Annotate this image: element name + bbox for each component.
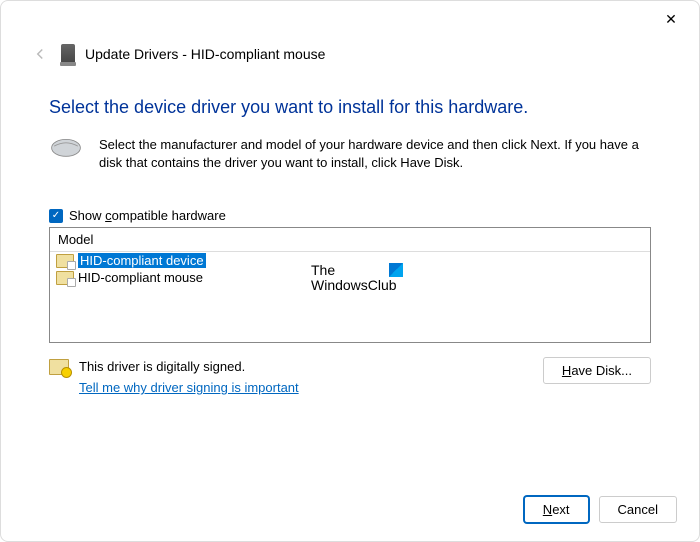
list-item[interactable]: HID-compliant device xyxy=(50,252,650,269)
driver-signing-link[interactable]: Tell me why driver signing is important xyxy=(79,378,299,399)
page-heading: Select the device driver you want to ins… xyxy=(49,97,651,118)
have-disk-button[interactable]: Have Disk... xyxy=(543,357,651,384)
signed-status: This driver is digitally signed. xyxy=(79,357,299,378)
model-listbox[interactable]: Model HID-compliant device HID-compliant… xyxy=(49,227,651,343)
next-button[interactable]: Next xyxy=(524,496,589,523)
signed-text-block: This driver is digitally signed. Tell me… xyxy=(79,357,299,399)
footer-row: This driver is digitally signed. Tell me… xyxy=(49,357,651,399)
show-compatible-row: ✓ Show compatible hardware xyxy=(49,208,651,223)
wizard-content: Select the device driver you want to ins… xyxy=(1,97,699,399)
show-compatible-checkbox[interactable]: ✓ xyxy=(49,209,63,223)
wizard-title: Update Drivers - HID-compliant mouse xyxy=(85,46,325,62)
cancel-button[interactable]: Cancel xyxy=(599,496,677,523)
titlebar: ✕ xyxy=(1,1,699,37)
instruction-row: Select the manufacturer and model of you… xyxy=(49,136,651,172)
list-item-label: HID-compliant mouse xyxy=(78,270,203,285)
model-column-header[interactable]: Model xyxy=(50,228,650,252)
signed-block: This driver is digitally signed. Tell me… xyxy=(49,357,299,399)
instruction-text: Select the manufacturer and model of you… xyxy=(99,136,651,172)
driver-icon xyxy=(56,254,74,268)
wizard-buttons: Next Cancel xyxy=(524,496,677,523)
wizard-header: Update Drivers - HID-compliant mouse xyxy=(1,37,699,79)
show-compatible-label[interactable]: Show compatible hardware xyxy=(69,208,226,223)
close-button[interactable]: ✕ xyxy=(655,5,687,33)
update-drivers-wizard: ✕ Update Drivers - HID-compliant mouse S… xyxy=(0,0,700,542)
certificate-icon xyxy=(49,359,69,375)
driver-icon xyxy=(56,271,74,285)
back-button[interactable] xyxy=(29,43,51,65)
device-tower-icon xyxy=(61,44,75,64)
mouse-icon xyxy=(49,136,83,158)
list-item-label: HID-compliant device xyxy=(78,253,206,268)
list-item[interactable]: HID-compliant mouse xyxy=(50,269,650,286)
